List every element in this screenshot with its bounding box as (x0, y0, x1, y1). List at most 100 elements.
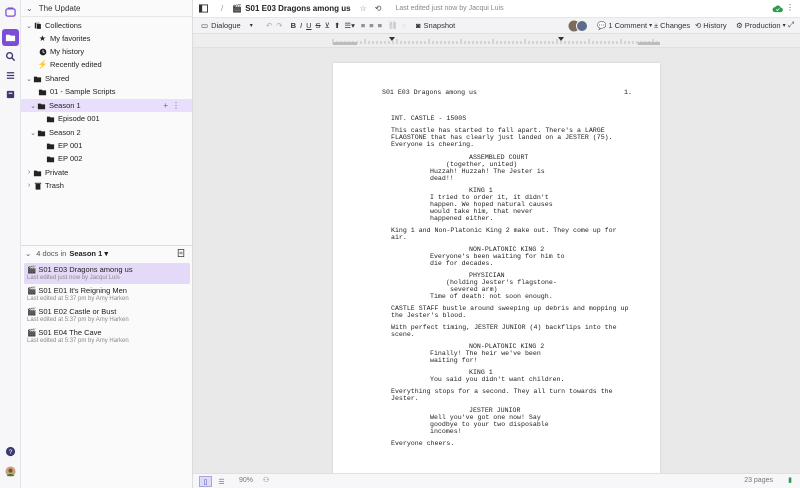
snapshot-button[interactable]: ◙ Snapshot (416, 19, 455, 33)
dialogue-line[interactable]: You said you didn't want children. (430, 376, 565, 383)
help-icon[interactable]: ? (2, 443, 19, 460)
action-line[interactable]: Jester. (391, 395, 419, 402)
tree-sample-scripts[interactable]: 01 - Sample Scripts (21, 85, 192, 98)
chevron-right-icon[interactable]: › (25, 182, 33, 189)
collaborator-avatars[interactable] (568, 20, 590, 32)
dialogue-line[interactable]: Huzzah! Huzzah! The Jester is (430, 168, 545, 175)
element-type-select[interactable]: ▭ Dialogue ▾ (201, 19, 253, 33)
app-logo-icon[interactable] (2, 4, 19, 21)
bookmark-icon[interactable]: ▮ (788, 476, 792, 484)
dialogue-line[interactable]: die for decades. (430, 260, 493, 267)
bold-button[interactable]: B (291, 19, 296, 33)
docs-folder-selector[interactable]: Season 1 ▾ (69, 249, 108, 258)
character-name[interactable]: PHYSICIAN (469, 272, 505, 279)
ruler[interactable] (193, 34, 800, 48)
tree-recently-edited[interactable]: ⚡ Recently edited (21, 58, 192, 71)
action-line[interactable]: FLAGSTONE that has clearly just landed o… (391, 134, 613, 141)
doc-item[interactable]: 🎬 S01 E01 It's Reigning Men Last edited a… (24, 284, 190, 305)
action-line[interactable]: With perfect timing, JESTER JUNIOR (4) b… (391, 324, 617, 331)
align-left-icon[interactable]: ≡ (361, 19, 365, 33)
italic-button[interactable]: I (300, 19, 302, 33)
changes-button[interactable]: ± Changes (654, 19, 690, 33)
dialogue-line[interactable]: I tried to order it, it didn't (430, 194, 549, 201)
highlight-icon[interactable]: ⊻ (325, 19, 331, 33)
action-line[interactable]: CASTLE STAFF bustle around sweeping up d… (391, 305, 628, 312)
action-line[interactable]: Everyone cheers. (391, 440, 454, 447)
comment-add-icon[interactable]: ◌ (402, 19, 406, 33)
dialogue-line[interactable]: happen. We hoped natural causes (430, 201, 553, 208)
script-page[interactable]: S01 E03 Dragons among us 1. INT. CASTLE … (333, 63, 660, 473)
outline-view-icon[interactable]: ☰ (215, 476, 228, 487)
new-doc-icon[interactable] (177, 249, 185, 259)
align-right-icon[interactable]: ≡ (378, 19, 382, 33)
doc-item[interactable]: 🎬 S01 E02 Castle or Bust Last edited at 5… (24, 305, 190, 326)
row-actions[interactable]: +⋮ (163, 101, 184, 110)
parenthetical[interactable]: severed arm) (450, 286, 497, 293)
dialogue-line[interactable]: waiting for! (430, 357, 477, 364)
zoom-level[interactable]: 90% (239, 477, 253, 484)
tree-season-1[interactable]: ⌄ Season 1 +⋮ (21, 99, 192, 112)
more-icon[interactable]: ⋮ (786, 3, 794, 12)
undo-icon[interactable]: ↶ (266, 19, 272, 33)
line-spacing-icon[interactable]: ☰▾ (344, 19, 355, 33)
dialogue-line[interactable]: happened either. (430, 215, 493, 222)
character-name[interactable]: NON-PLATONIC KING 2 (469, 246, 544, 253)
tree-collections[interactable]: ⌄ Collections (21, 19, 192, 32)
action-line[interactable]: scene. (391, 331, 415, 338)
add-icon[interactable]: + (163, 101, 172, 110)
history-icon[interactable]: ⟲ (375, 4, 382, 13)
align-center-icon[interactable]: ≡ (369, 19, 373, 33)
dialogue-line[interactable]: Well you've got one now! Say (430, 414, 541, 421)
chevron-down-icon[interactable]: ⌄ (25, 75, 33, 83)
action-line[interactable]: the Jester's blood. (391, 312, 466, 319)
page-view-icon[interactable]: ▯ (199, 476, 212, 487)
folder-nav-icon[interactable] (2, 29, 19, 46)
action-line[interactable]: air. (391, 234, 407, 241)
character-name[interactable]: NON-PLATONIC KING 2 (469, 343, 544, 350)
doc-item[interactable]: 🎬 S01 E03 Dragons among us Last edited ju… (24, 263, 190, 284)
chevron-down-icon[interactable]: ⌄ (29, 129, 37, 137)
dialogue-line[interactable]: Time of death: not soon enough. (430, 293, 553, 300)
star-outline-icon[interactable]: ☆ (360, 4, 367, 13)
dialogue-line[interactable]: dead!! (430, 175, 454, 182)
action-line[interactable]: Everything stops for a second. They all … (391, 388, 613, 395)
chevron-down-icon[interactable]: ⌄ (25, 249, 31, 258)
tree-my-favorites[interactable]: ★ My favorites (21, 32, 192, 45)
doc-title[interactable]: S01 E03 Dragons among us (245, 4, 350, 13)
expand-icon[interactable]: ⤢ (788, 20, 794, 30)
character-name[interactable]: JESTER JUNIOR (469, 407, 520, 414)
production-button[interactable]: ⚙ Production ▾ (736, 19, 786, 33)
tree-private[interactable]: › Private (21, 166, 192, 179)
chevron-down-icon[interactable]: ⌄ (26, 4, 33, 13)
history-button[interactable]: ⟲ History (695, 19, 727, 33)
user-avatar[interactable] (2, 463, 19, 480)
dialogue-line[interactable]: incomes! (430, 428, 462, 435)
character-name[interactable]: ASSEMBLED COURT (469, 154, 528, 161)
pin-icon[interactable]: ⬆ (334, 19, 340, 33)
parenthetical[interactable]: (together, united) (446, 161, 517, 168)
redo-icon[interactable]: ↷ (276, 19, 282, 33)
dialogue-line[interactable]: Finally! The heir we've been (430, 350, 541, 357)
tree-season-2[interactable]: ⌄ Season 2 (21, 126, 192, 139)
tree-episode-001[interactable]: Episode 001 (21, 112, 192, 125)
chevron-down-icon[interactable]: ⌄ (25, 22, 33, 30)
comments-button[interactable]: 💬 1 Comment ▾ (597, 19, 652, 33)
archive-icon[interactable] (2, 86, 19, 103)
action-line[interactable]: This castle has started to fall apart. T… (391, 127, 605, 134)
parenthetical[interactable]: (holding Jester's flagstone- (446, 279, 557, 286)
tree-ep-002[interactable]: EP 002 (21, 152, 192, 165)
character-name[interactable]: KING 1 (469, 187, 493, 194)
chevron-down-icon[interactable]: ⌄ (29, 102, 37, 110)
chevron-right-icon[interactable]: › (25, 169, 33, 176)
dialogue-line[interactable]: Everyone's been waiting for him to (430, 253, 565, 260)
scene-heading[interactable]: INT. CASTLE - 1500S (391, 115, 466, 122)
action-line[interactable]: King 1 and Non-Platonic King 2 make out.… (391, 227, 617, 234)
user-settings-icon[interactable]: ⚇ (263, 476, 269, 484)
dialogue-line[interactable]: would take him, that never (430, 208, 533, 215)
doc-item[interactable]: 🎬 S01 E04 The Cave Last edited at 5:37 pm… (24, 326, 190, 347)
tree-ep-001[interactable]: EP 001 (21, 139, 192, 152)
tree-shared[interactable]: ⌄ Shared (21, 72, 192, 85)
underline-button[interactable]: U (306, 19, 311, 33)
strikethrough-button[interactable]: S (316, 19, 321, 33)
dialogue-line[interactable]: goodbye to your two disposable (430, 421, 549, 428)
